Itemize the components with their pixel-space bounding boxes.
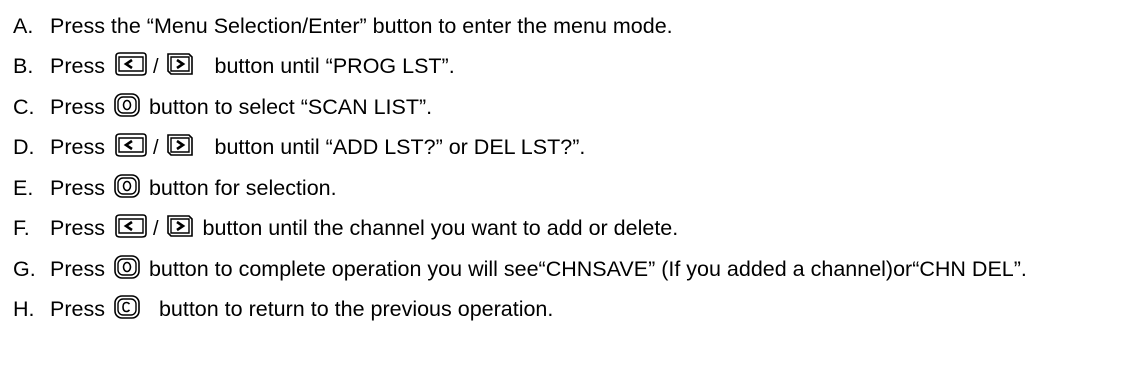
left-arrow-key-icon bbox=[113, 51, 149, 77]
step-text: button to complete operation you will se… bbox=[148, 257, 1027, 281]
key-separator: / bbox=[152, 56, 159, 78]
step-text: button until the channel you want to add… bbox=[202, 216, 679, 240]
step-letter: H. bbox=[13, 297, 35, 321]
step-text: button to return to the previous operati… bbox=[158, 297, 554, 321]
menu-enter-key-icon bbox=[113, 254, 141, 280]
step-f: F. Press / button until the channel you … bbox=[0, 208, 1121, 249]
step-press-word: Press bbox=[50, 135, 105, 159]
step-text: button to select “SCAN LIST”. bbox=[148, 95, 433, 119]
step-letter: E. bbox=[13, 176, 34, 200]
step-c: C. Press button to select “SCAN LIST”. bbox=[0, 87, 1121, 127]
left-arrow-key-icon bbox=[113, 213, 149, 239]
key-separator: / bbox=[152, 137, 159, 159]
key-separator: / bbox=[152, 218, 159, 240]
step-d: D. Press / button until “ADD LST?” or DE… bbox=[0, 127, 1121, 168]
step-press-word: Press bbox=[50, 216, 105, 240]
menu-enter-key-icon bbox=[113, 173, 141, 199]
step-text: button until “PROG LST”. bbox=[214, 54, 455, 78]
step-press-word: Press bbox=[50, 95, 105, 119]
step-letter: A. bbox=[13, 14, 34, 38]
right-arrow-key-icon bbox=[165, 213, 195, 239]
clear-key-icon bbox=[113, 294, 141, 320]
step-letter: G. bbox=[13, 257, 36, 281]
instruction-steps: A. Press the “Menu Selection/Enter” butt… bbox=[0, 6, 1121, 329]
step-press-word: Press bbox=[50, 54, 105, 78]
right-arrow-key-icon bbox=[165, 51, 195, 77]
step-h: H. Press button to return to the previou… bbox=[0, 289, 1121, 329]
step-text: button for selection. bbox=[148, 176, 337, 200]
step-a: A. Press the “Menu Selection/Enter” butt… bbox=[0, 6, 1121, 46]
step-press-word: Press bbox=[50, 257, 105, 281]
step-letter: C. bbox=[13, 95, 35, 119]
step-e: E. Press button for selection. bbox=[0, 168, 1121, 208]
step-g: G. Press button to complete operation yo… bbox=[0, 249, 1121, 289]
right-arrow-key-icon bbox=[165, 132, 195, 158]
step-letter: B. bbox=[13, 54, 34, 78]
step-press-word: Press bbox=[50, 176, 105, 200]
step-letter: D. bbox=[13, 135, 35, 159]
step-text: Press the “Menu Selection/Enter” button … bbox=[50, 14, 673, 38]
step-press-word: Press bbox=[50, 297, 105, 321]
left-arrow-key-icon bbox=[113, 132, 149, 158]
step-b: B. Press / button until “PROG LST”. bbox=[0, 46, 1121, 87]
step-letter: F. bbox=[13, 216, 30, 240]
step-text: button until “ADD LST?” or DEL LST?”. bbox=[214, 135, 586, 159]
menu-enter-key-icon bbox=[113, 92, 141, 118]
